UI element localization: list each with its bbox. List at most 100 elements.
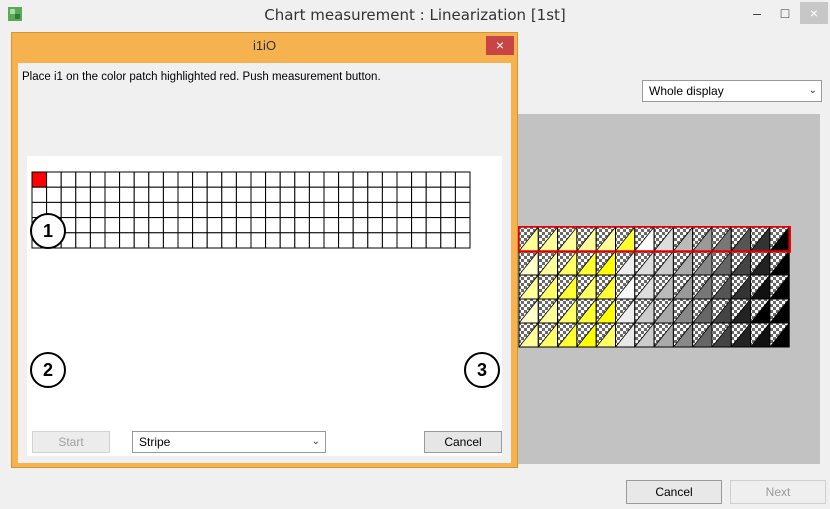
patch-cell bbox=[235, 232, 252, 249]
close-icon[interactable]: × bbox=[800, 2, 828, 24]
dialog-close-icon[interactable]: × bbox=[486, 36, 514, 55]
minimize-icon[interactable]: – bbox=[744, 2, 770, 24]
chart-patch bbox=[692, 226, 713, 252]
chart-patch bbox=[730, 322, 752, 348]
patch-cell bbox=[162, 232, 179, 249]
chart-patch bbox=[634, 322, 655, 348]
patch-cell bbox=[60, 171, 77, 188]
chart-patch bbox=[730, 226, 752, 252]
patch-cell bbox=[352, 232, 369, 249]
cancel-button[interactable]: Cancel bbox=[626, 480, 722, 504]
patch-cell bbox=[338, 186, 354, 203]
patch-cell bbox=[133, 232, 150, 249]
patch-cell bbox=[367, 186, 383, 203]
patch-cell bbox=[381, 217, 398, 234]
measurement-mode-select[interactable]: Stripe ⌄ bbox=[132, 431, 326, 453]
chart-patch bbox=[518, 274, 539, 300]
patch-cell bbox=[60, 186, 77, 203]
patch-cell bbox=[75, 232, 91, 249]
patch-cell bbox=[411, 171, 427, 188]
patch-cell bbox=[119, 201, 135, 219]
chart-patch bbox=[518, 322, 539, 348]
patch-cell bbox=[221, 232, 237, 249]
next-button[interactable]: Next bbox=[730, 480, 826, 504]
patch-cell bbox=[89, 186, 106, 203]
patch-cell bbox=[75, 186, 91, 203]
patch-cell bbox=[440, 171, 456, 188]
patch-cell bbox=[265, 186, 281, 203]
patch-cell bbox=[46, 186, 62, 203]
instruction-text: Place i1 on the color patch highlighted … bbox=[22, 71, 381, 83]
patch-cell bbox=[206, 232, 223, 249]
patch-cell bbox=[250, 171, 267, 188]
patch-cell bbox=[323, 217, 340, 234]
chart-patch bbox=[750, 298, 771, 324]
patch-cell bbox=[133, 201, 150, 219]
patch-cell bbox=[177, 186, 194, 203]
patch-cell bbox=[279, 171, 296, 188]
chart-patch bbox=[634, 226, 655, 252]
patch-cell bbox=[294, 171, 310, 188]
patch-cell bbox=[206, 186, 223, 203]
patch-cell bbox=[148, 186, 164, 203]
chart-patch bbox=[615, 298, 636, 324]
patch-cell bbox=[294, 186, 310, 203]
chart-patch bbox=[653, 274, 674, 300]
start-button[interactable]: Start bbox=[32, 431, 110, 453]
patch-cell bbox=[367, 201, 383, 219]
display-area-select[interactable]: Whole display ⌄ bbox=[642, 80, 822, 102]
patch-cell bbox=[308, 232, 325, 249]
patch-cell bbox=[323, 186, 340, 203]
patch-cell bbox=[454, 171, 471, 188]
chart-patch bbox=[730, 250, 752, 276]
patch-cell bbox=[104, 171, 121, 188]
patch-cell bbox=[192, 186, 208, 203]
patch-cell bbox=[177, 201, 194, 219]
patch-cell bbox=[352, 201, 369, 219]
chart-patch bbox=[595, 298, 616, 324]
patch-cell bbox=[338, 217, 354, 234]
patch-cell bbox=[440, 186, 456, 203]
patch-cell bbox=[411, 186, 427, 203]
chart-patch bbox=[576, 250, 597, 276]
chart-patch bbox=[518, 250, 539, 276]
patch-grid bbox=[31, 171, 471, 249]
patch-cell bbox=[265, 171, 281, 188]
patch-cell bbox=[192, 201, 208, 219]
display-area-select-value: Whole display bbox=[649, 84, 724, 98]
patch-cell bbox=[192, 232, 208, 249]
patch-cell bbox=[411, 232, 427, 249]
patch-cell bbox=[381, 171, 398, 188]
patch-cell bbox=[89, 217, 106, 234]
patch-cell bbox=[133, 171, 150, 188]
maximize-icon[interactable]: □ bbox=[772, 2, 798, 24]
chart-patch bbox=[576, 226, 597, 252]
chart-patch bbox=[653, 322, 674, 348]
chart-patch bbox=[634, 298, 655, 324]
patch-cell bbox=[308, 186, 325, 203]
patch-cell bbox=[177, 217, 194, 234]
patch-cell bbox=[31, 186, 48, 203]
patch-cell bbox=[133, 217, 150, 234]
patch-cell bbox=[119, 217, 135, 234]
chart-patch bbox=[576, 274, 597, 300]
patch-cell bbox=[250, 201, 267, 219]
patch-cell bbox=[89, 171, 106, 188]
chart-patch bbox=[518, 226, 539, 252]
chart-patch bbox=[634, 250, 655, 276]
patch-cell bbox=[411, 217, 427, 234]
chart-patch bbox=[672, 298, 694, 324]
chart-patch bbox=[595, 250, 616, 276]
chart-patch bbox=[557, 226, 578, 252]
patch-cell bbox=[148, 171, 164, 188]
chart-patch bbox=[634, 274, 655, 300]
patch-cell bbox=[279, 186, 296, 203]
patch-cell bbox=[75, 217, 91, 234]
patch-cell bbox=[265, 232, 281, 249]
patch-cell bbox=[367, 171, 383, 188]
dialog-cancel-button[interactable]: Cancel bbox=[424, 431, 502, 453]
chart-patch bbox=[537, 250, 559, 276]
patch-cell bbox=[221, 217, 237, 234]
patch-cell bbox=[396, 232, 413, 249]
patch-chart-preview bbox=[518, 226, 791, 348]
